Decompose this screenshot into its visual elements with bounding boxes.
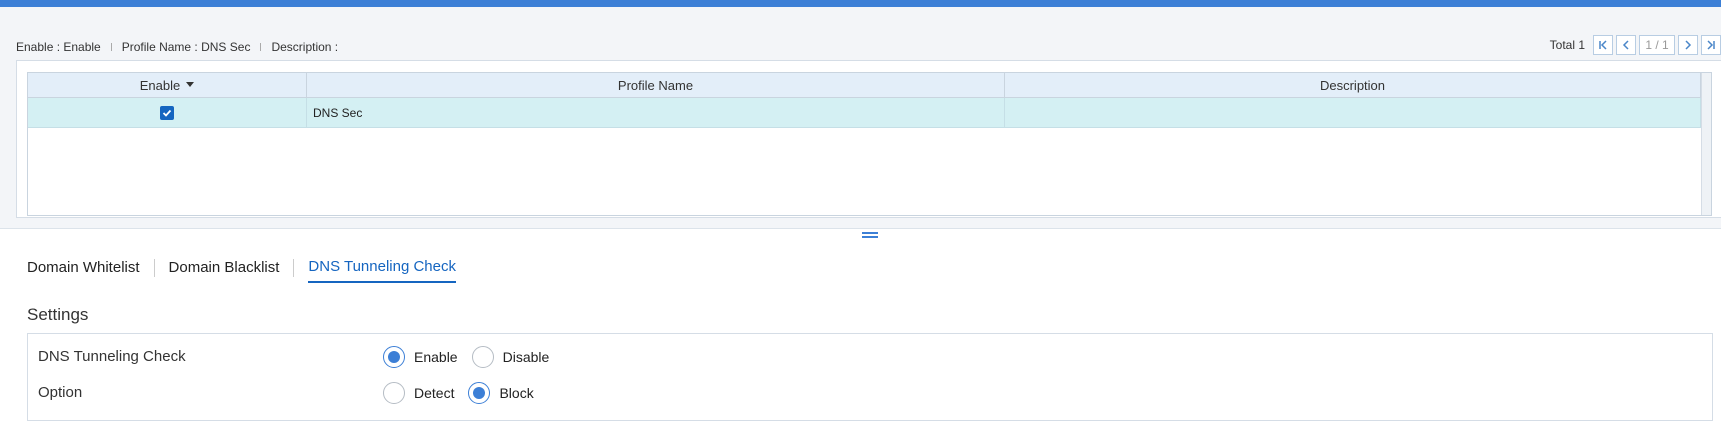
next-page-icon xyxy=(1685,40,1692,50)
first-page-button[interactable] xyxy=(1593,35,1613,55)
first-page-icon xyxy=(1599,40,1607,50)
tab-dns-tunneling-check[interactable]: DNS Tunneling Check xyxy=(308,258,456,283)
check-icon xyxy=(162,109,172,117)
enable-cell xyxy=(28,98,307,127)
tab-divider xyxy=(293,258,295,277)
radio-block[interactable] xyxy=(468,382,491,404)
filter-description: Description : xyxy=(271,40,339,54)
option-radio-group: Detect Block xyxy=(383,382,548,404)
setting-row-dns-tunneling: DNS Tunneling Check Enable Disable xyxy=(38,346,1698,370)
prev-page-button[interactable] xyxy=(1616,35,1636,55)
profile-name-cell: DNS Sec xyxy=(307,98,1005,127)
panel-splitter[interactable] xyxy=(0,228,1721,240)
table-scrollbar[interactable] xyxy=(1701,73,1711,215)
radio-label: Enable xyxy=(414,349,458,365)
radio-label: Disable xyxy=(502,349,550,365)
total-count: Total 1 xyxy=(1549,38,1585,52)
dns-tunneling-radio-group: Enable Disable xyxy=(383,346,563,368)
description-cell xyxy=(1005,98,1701,127)
settings-panel: DNS Tunneling Check Enable Disable Optio… xyxy=(27,333,1713,421)
enable-checkbox[interactable] xyxy=(160,105,174,120)
setting-label: Option xyxy=(38,384,83,401)
radio-label: Detect xyxy=(414,385,455,401)
tab-domain-blacklist[interactable]: Domain Blacklist xyxy=(169,259,280,282)
filter-enable: Enable : Enable xyxy=(16,40,101,54)
next-page-button[interactable] xyxy=(1678,35,1698,55)
tab-domain-whitelist[interactable]: Domain Whitelist xyxy=(27,259,140,282)
radio-enable[interactable] xyxy=(383,346,405,368)
grid-panel: Enable Profile Name Description DNS Sec xyxy=(16,60,1721,218)
setting-label: DNS Tunneling Check xyxy=(38,348,186,365)
page-indicator: 1 / 1 xyxy=(1639,35,1675,55)
splitter-handle-icon[interactable] xyxy=(862,232,878,238)
radio-disable[interactable] xyxy=(471,346,494,368)
profile-table: Enable Profile Name Description DNS Sec xyxy=(27,72,1712,216)
tab-bar: Domain Whitelist Domain Blacklist DNS Tu… xyxy=(27,258,456,283)
filter-divider xyxy=(260,43,262,51)
filter-divider xyxy=(110,43,112,51)
column-header-description[interactable]: Description xyxy=(1005,73,1701,97)
radio-label: Block xyxy=(499,385,534,401)
settings-title: Settings xyxy=(27,305,89,324)
column-header-label: Profile Name xyxy=(617,77,694,93)
prev-page-icon xyxy=(1622,40,1629,50)
column-header-label: Description xyxy=(1319,77,1386,93)
table-row[interactable]: DNS Sec xyxy=(28,98,1711,128)
sort-desc-icon xyxy=(186,81,195,87)
column-header-label: Enable xyxy=(139,77,181,93)
last-page-button[interactable] xyxy=(1701,35,1721,55)
column-header-enable[interactable]: Enable xyxy=(28,73,307,97)
filter-profile-name: Profile Name : DNS Sec xyxy=(121,40,251,54)
setting-row-option: Option Detect Block xyxy=(38,382,1698,406)
top-accent-bar xyxy=(0,0,1721,7)
column-header-profile-name[interactable]: Profile Name xyxy=(307,73,1005,97)
table-header: Enable Profile Name Description xyxy=(28,73,1711,98)
last-page-icon xyxy=(1707,40,1715,50)
radio-detect[interactable] xyxy=(383,382,405,404)
filter-summary: Enable : Enable Profile Name : DNS Sec D… xyxy=(16,40,338,54)
tab-divider xyxy=(153,258,155,277)
pagination: Total 1 1 / 1 xyxy=(1550,35,1721,55)
